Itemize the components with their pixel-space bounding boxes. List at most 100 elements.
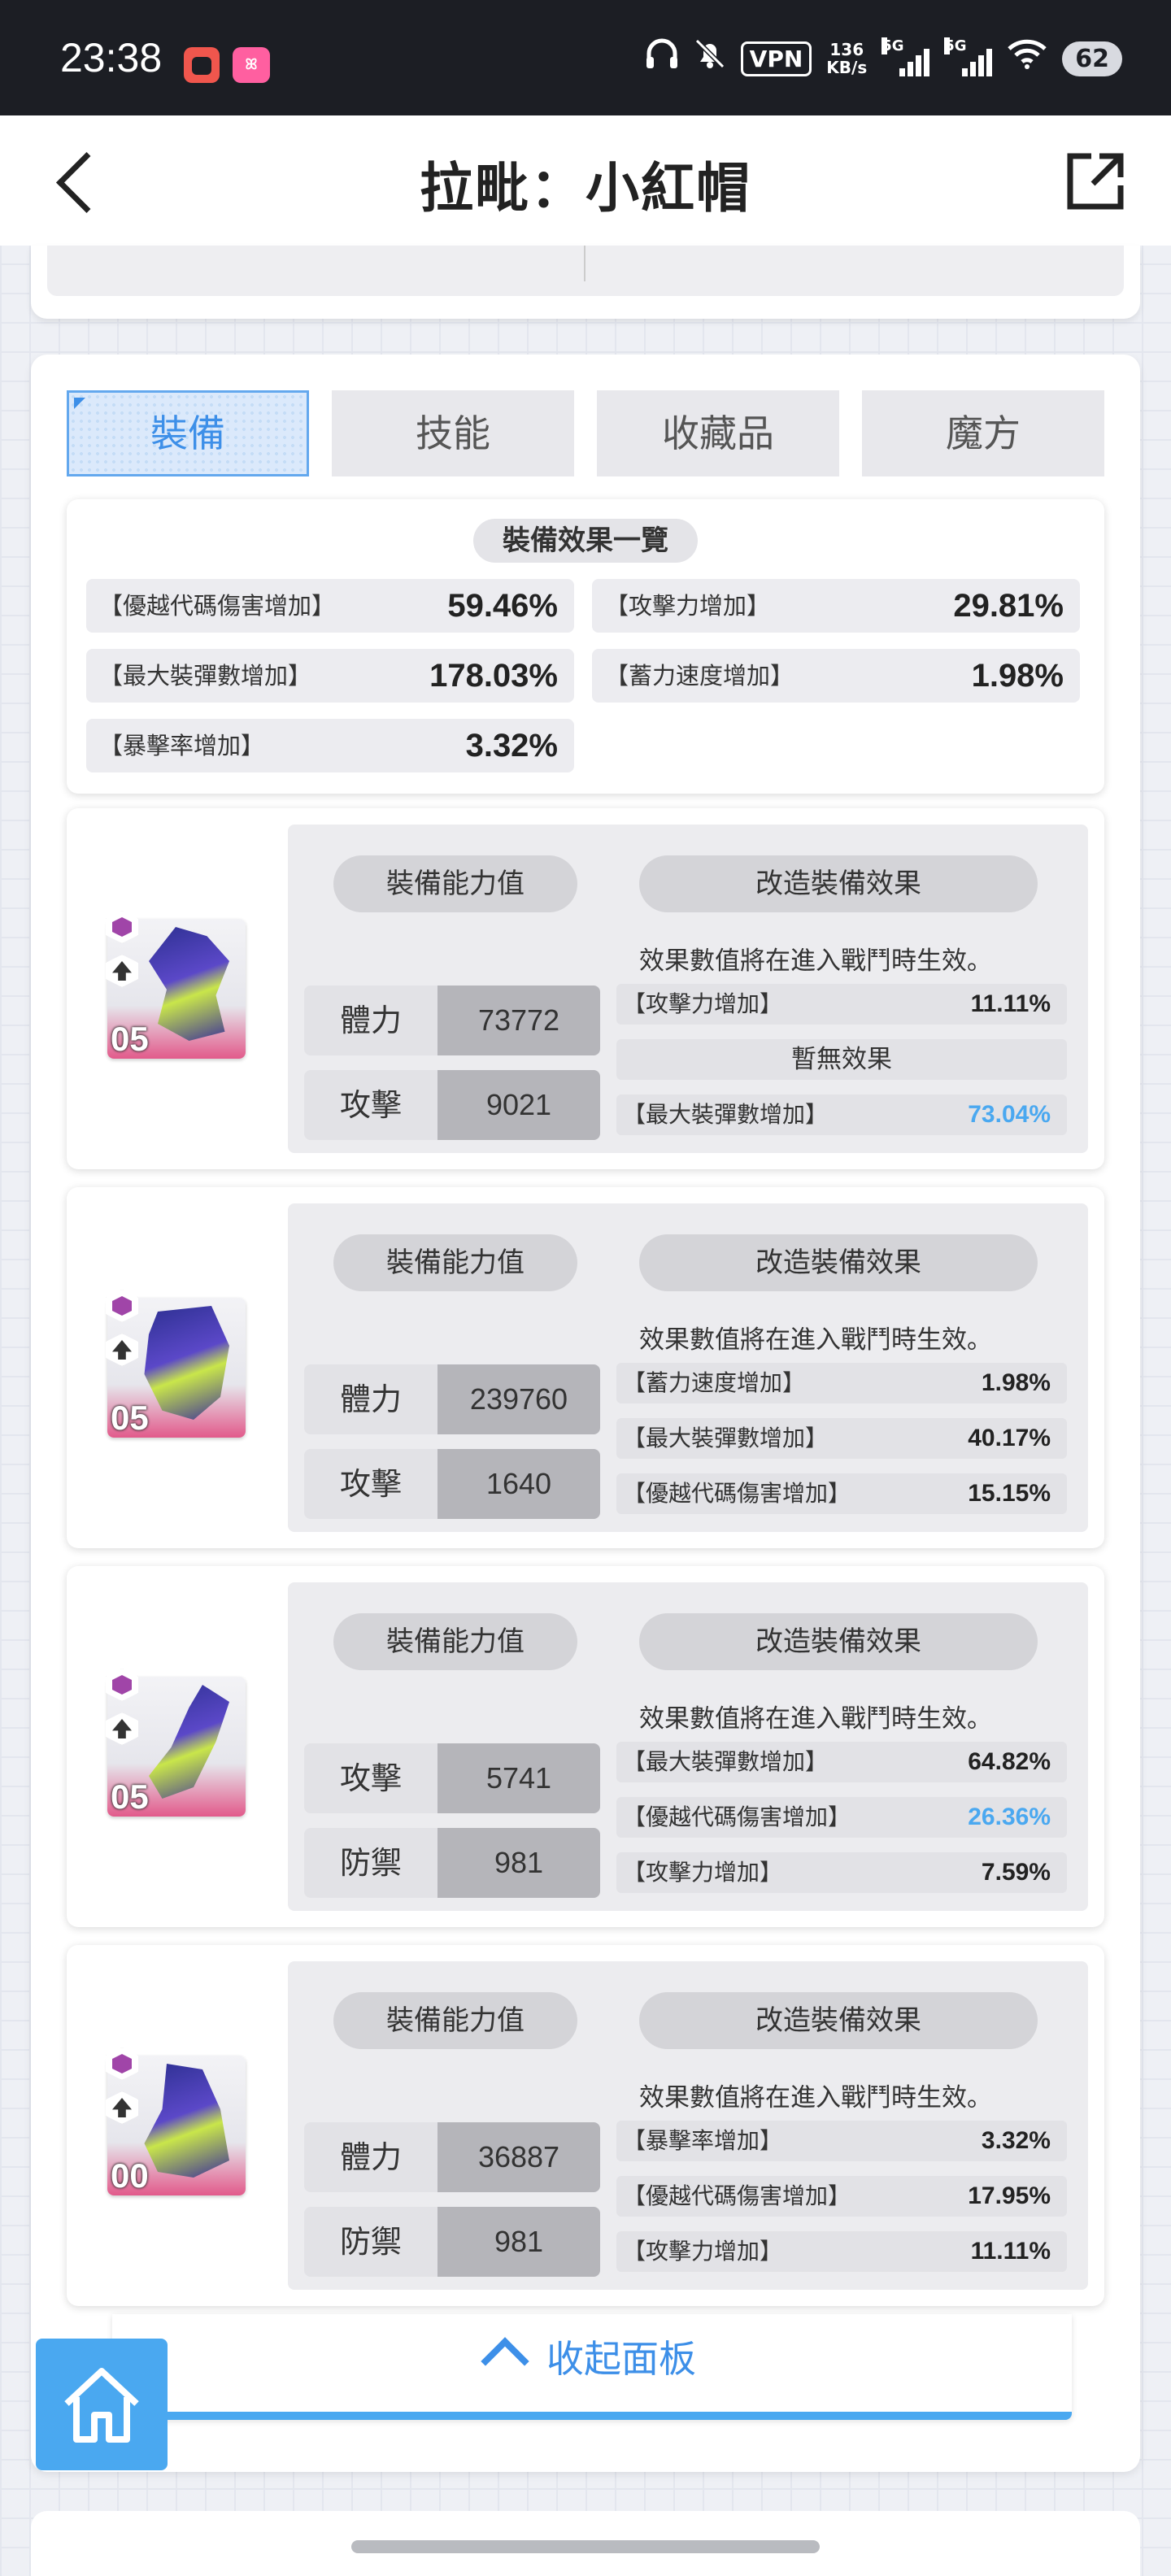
effect-value: 15.15%	[968, 1480, 1051, 1507]
equipment-card-body[interactable]: 05 裝備能力值 改造裝備效果 體力 239760 攻擊 1640 效果數值將在…	[67, 1187, 1104, 1548]
collapse-panel-button[interactable]: 收起面板	[112, 2314, 1072, 2420]
stats-title: 裝備能力值	[333, 855, 577, 912]
summary-item: 【攻擊力增加】 29.81%	[592, 579, 1080, 633]
bilibili-notification-icon: ꕤ	[233, 47, 270, 83]
equipment-details: 裝備能力值 改造裝備效果 體力 73772 攻擊 9021 效果數值將在進入戰鬥…	[288, 825, 1088, 1153]
equipment-image	[149, 927, 229, 1041]
tab-collectibles[interactable]: 收藏品	[597, 390, 839, 476]
summary-item-label: 【最大裝彈數增加】	[99, 662, 312, 690]
stat-name: 攻擊	[304, 1070, 437, 1140]
effect-label: 【最大裝彈數增加】	[623, 1425, 829, 1451]
vpn-badge: VPN	[740, 41, 812, 76]
equipment-level: 05	[111, 1778, 149, 1816]
battery-indicator: 62	[1062, 41, 1122, 76]
tab-skills[interactable]: 技能	[332, 390, 574, 476]
effect-row-empty: 暫無效果	[616, 1039, 1067, 1080]
summary-item-label: 【優越代碼傷害增加】	[99, 592, 336, 620]
effect-row: 【攻擊力增加】 7.59%	[616, 1852, 1067, 1893]
page-title: 拉毗：小紅帽	[420, 158, 751, 218]
effect-value: 17.95%	[968, 2182, 1051, 2209]
equipment-card-leg[interactable]: 00 裝備能力值 改造裝備效果 體力 36887 防禦 981 效果數值將在進入…	[67, 1945, 1104, 2306]
stat-name: 攻擊	[304, 1449, 437, 1519]
collapse-panel-label: 收起面板	[546, 2337, 696, 2381]
stat-value: 239760	[437, 1364, 600, 1434]
summary-item-value: 178.03%	[429, 658, 558, 694]
summary-item: 【暴擊率增加】 3.32%	[86, 719, 574, 772]
equipment-card-arm[interactable]: 05 裝備能力值 改造裝備效果 攻擊 5741 防禦 981 效果數值將在進入戰…	[67, 1566, 1104, 1927]
stat-value: 73772	[437, 986, 600, 1055]
effect-row: 【蓄力速度增加】 1.98%	[616, 1363, 1067, 1403]
stat-row: 攻擊 9021	[304, 1070, 600, 1140]
equipment-details: 裝備能力值 改造裝備效果 體力 239760 攻擊 1640 效果數值將在進入戰…	[288, 1203, 1088, 1532]
status-bar: 23:38 ꕤ VPN 136 KB/s 5G 5G 62	[0, 0, 1171, 115]
effect-row: 【攻擊力增加】 11.11%	[616, 984, 1067, 1025]
collapse-panel-content: 收起面板	[112, 2314, 1072, 2404]
effect-value: 26.36%	[968, 1804, 1051, 1830]
summary-item-value: 29.81%	[953, 588, 1064, 624]
effect-value: 11.11%	[970, 990, 1051, 1017]
tab-cube[interactable]: 魔方	[862, 390, 1104, 476]
clock: 23:38	[60, 35, 163, 80]
home-icon	[64, 2368, 139, 2443]
stat-value: 9021	[437, 1070, 600, 1140]
effect-value: 11.11%	[970, 2238, 1051, 2265]
signal-icon-2: 5G	[944, 37, 993, 76]
tab-bar: 裝備 技能 收藏品 魔方	[67, 390, 1104, 476]
stat-value: 1640	[437, 1449, 600, 1519]
no-effect-label: 暫無效果	[791, 1045, 892, 1074]
equipment-card-head[interactable]: 05 裝備能力值 改造裝備效果 體力 73772 攻擊 9021 效果數值將在進…	[67, 808, 1104, 1169]
home-button[interactable]	[36, 2339, 168, 2470]
share-icon[interactable]	[1064, 150, 1127, 213]
effect-label: 【優越代碼傷害增加】	[623, 1804, 851, 1830]
summary-title: 裝備效果一覽	[473, 519, 698, 563]
network-speed: 136 KB/s	[826, 40, 868, 77]
effect-value: 7.59%	[981, 1859, 1051, 1886]
effects-title: 改造裝備效果	[639, 1992, 1038, 2049]
previous-section-card	[31, 246, 1140, 319]
stat-value: 981	[437, 1828, 600, 1898]
effect-value: 40.17%	[968, 1425, 1051, 1451]
wifi-icon	[1007, 37, 1047, 80]
effect-row: 【最大裝彈數增加】 40.17%	[616, 1418, 1067, 1459]
effect-row: 【優越代碼傷害增加】 26.36%	[616, 1797, 1067, 1838]
effect-label: 【蓄力速度增加】	[623, 1369, 806, 1396]
headphones-icon	[645, 37, 679, 80]
effect-value: 1.98%	[981, 1369, 1051, 1396]
divider	[584, 246, 586, 281]
app-notification-icon	[184, 47, 220, 83]
equipment-level: 05	[111, 1399, 149, 1437]
summary-item-value: 3.32%	[465, 728, 558, 764]
equipment-image	[144, 2064, 229, 2178]
effect-value: 73.04%	[968, 1101, 1051, 1128]
summary-item: 【優越代碼傷害增加】 59.46%	[86, 579, 574, 633]
chevron-up-icon	[481, 2337, 529, 2386]
effect-label: 【優越代碼傷害增加】	[623, 1480, 851, 1507]
effects-note: 效果數值將在進入戰鬥時生效。	[639, 1704, 992, 1734]
effect-value: 64.82%	[968, 1748, 1051, 1775]
character-detail-panel: 裝備 技能 收藏品 魔方 裝備效果一覽 【優越代碼傷害增加】 59.46% 【攻…	[31, 355, 1140, 2472]
stat-value: 36887	[437, 2122, 600, 2192]
equipment-details: 裝備能力值 改造裝備效果 體力 36887 防禦 981 效果數值將在進入戰鬥時…	[288, 1961, 1088, 2290]
effects-title: 改造裝備效果	[639, 855, 1038, 912]
effects-note: 效果數值將在進入戰鬥時生效。	[639, 1325, 992, 1355]
stat-name: 體力	[304, 986, 437, 1055]
stat-value: 981	[437, 2207, 600, 2277]
stats-title: 裝備能力值	[333, 1613, 577, 1670]
gesture-bar[interactable]	[351, 2540, 820, 2553]
previous-section-content	[47, 246, 1124, 296]
effect-row: 【暴擊率增加】 3.32%	[616, 2121, 1067, 2161]
effect-label: 【攻擊力增加】	[623, 1859, 783, 1886]
stat-row: 體力 36887	[304, 2122, 600, 2192]
effect-label: 【攻擊力增加】	[623, 990, 783, 1017]
signal-icon: 5G	[882, 37, 930, 76]
effect-row: 【最大裝彈數增加】 64.82%	[616, 1742, 1067, 1782]
effect-row: 【優越代碼傷害增加】 15.15%	[616, 1473, 1067, 1514]
summary-item-label: 【蓄力速度增加】	[605, 662, 794, 690]
stat-row: 防禦 981	[304, 1828, 600, 1898]
summary-item: 【蓄力速度增加】 1.98%	[592, 649, 1080, 703]
effect-label: 【暴擊率增加】	[623, 2127, 783, 2154]
effect-row: 【優越代碼傷害增加】 17.95%	[616, 2176, 1067, 2217]
equipment-effects-summary: 裝備效果一覽 【優越代碼傷害增加】 59.46% 【攻擊力增加】 29.81% …	[67, 499, 1104, 794]
stat-row: 防禦 981	[304, 2207, 600, 2277]
tab-equipment[interactable]: 裝備	[67, 390, 309, 476]
